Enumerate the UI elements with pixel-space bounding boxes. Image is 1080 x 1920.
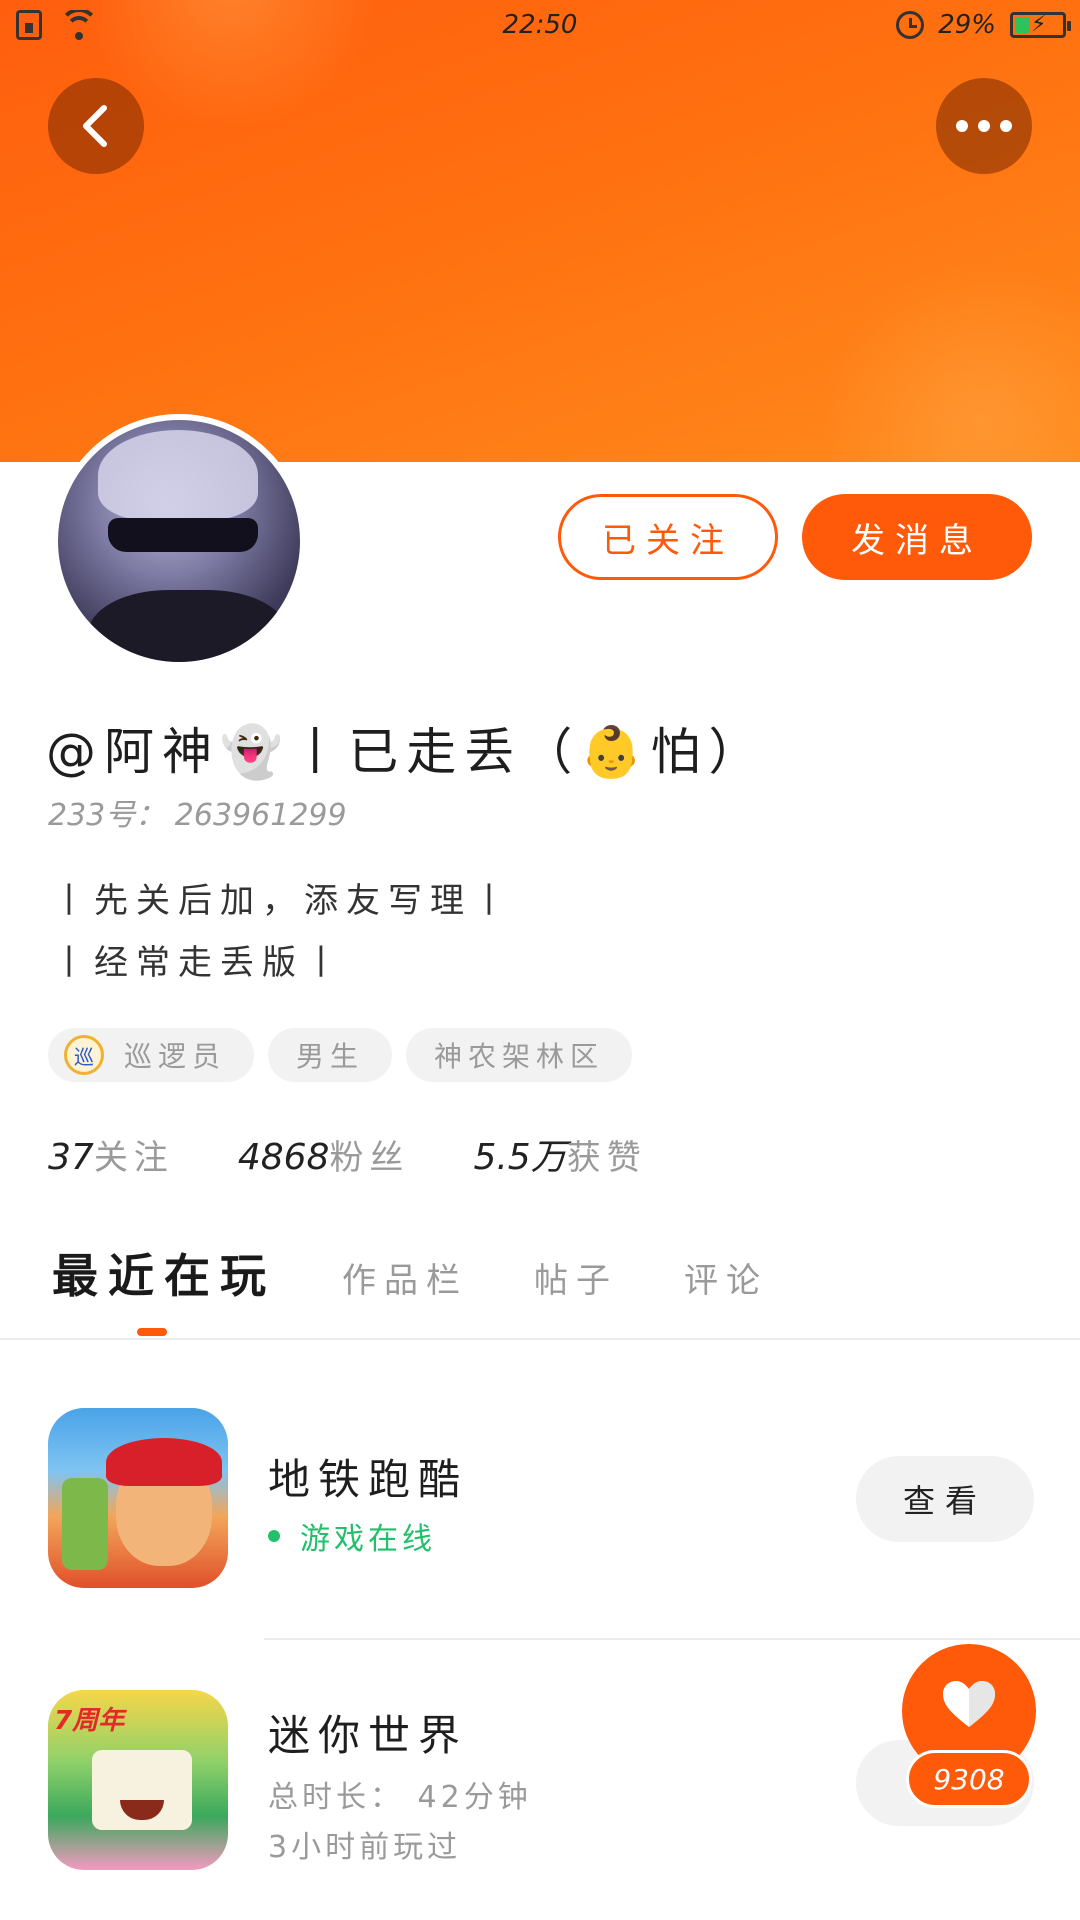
stat-likes: 5.5万获赞 xyxy=(473,1128,646,1180)
stat-label: 获赞 xyxy=(566,1138,647,1178)
online-label: 游戏在线 xyxy=(300,1522,436,1557)
charging-icon: ⚡ xyxy=(1031,12,1047,37)
bio-line: 丨先关后加，添友写理丨 xyxy=(52,881,514,921)
avatar[interactable] xyxy=(52,414,306,668)
active-tab-indicator xyxy=(137,1328,167,1336)
profile-nickname: @阿神👻丨已走丢（👶怕） xyxy=(46,723,767,781)
profile-uid: 233号： 263961299 xyxy=(48,798,347,833)
patroller-badge-icon: 巡 xyxy=(64,1035,104,1075)
more-dot-icon xyxy=(978,120,990,132)
following-button[interactable]: 已关注 xyxy=(558,494,778,580)
divider xyxy=(264,1638,1080,1640)
stat-value: 5.5万 xyxy=(473,1137,567,1178)
status-right: 29% ⚡ xyxy=(896,10,1071,40)
tab-works[interactable]: 作品栏 xyxy=(342,1253,468,1302)
battery-icon: ⚡ xyxy=(1010,12,1071,38)
back-arrow-icon xyxy=(83,105,107,147)
heart-icon xyxy=(943,1681,995,1727)
online-dot-icon xyxy=(268,1530,280,1542)
more-dot-icon xyxy=(956,120,968,132)
profile-header-banner: 22:50 29% ⚡ xyxy=(0,0,1080,462)
stat-label: 关注 xyxy=(93,1138,174,1178)
battery-percent: 29% xyxy=(938,10,996,40)
game-online-status: 游戏在线 xyxy=(268,1514,436,1558)
game-title: 迷你世界 xyxy=(268,1711,469,1760)
tag-label: 巡逻员 xyxy=(124,1040,227,1073)
header-decoration xyxy=(820,260,1080,462)
stat-value: 37 xyxy=(48,1137,94,1178)
alarm-icon xyxy=(896,11,925,39)
stat-followers[interactable]: 4868粉丝 xyxy=(238,1130,410,1179)
tag-gender: 男生 xyxy=(268,1028,393,1082)
profile-bio: 丨先关后加，添友写理丨 丨经常走丢版丨 xyxy=(52,870,514,994)
game-title: 地铁跑酷 xyxy=(268,1455,469,1504)
profile-tabs: 最近在玩 作品栏 帖子 评论 xyxy=(52,1240,768,1306)
tab-recently-played[interactable]: 最近在玩 xyxy=(52,1240,276,1306)
tab-comments[interactable]: 评论 xyxy=(684,1253,768,1302)
stat-value: 4868 xyxy=(237,1137,330,1178)
stat-following[interactable]: 37关注 xyxy=(48,1130,174,1179)
tag-patroller[interactable]: 巡 巡逻员 xyxy=(48,1028,255,1082)
bio-line: 丨经常走丢版丨 xyxy=(52,943,346,983)
send-message-button[interactable]: 发消息 xyxy=(802,494,1032,580)
tab-posts[interactable]: 帖子 xyxy=(534,1253,618,1302)
more-dot-icon xyxy=(1000,120,1012,132)
subway-surfers-icon xyxy=(48,1408,228,1588)
tag-label: 男生 xyxy=(296,1040,365,1073)
like-count: 9308 xyxy=(906,1750,1032,1808)
profile-tags: 巡 巡逻员 男生 神农架林区 xyxy=(48,1028,633,1082)
profile-stats: 37关注 4868粉丝 5.5万获赞 xyxy=(48,1128,647,1180)
back-button[interactable] xyxy=(48,78,144,174)
battery-level xyxy=(1015,17,1030,33)
list-item[interactable]: 地铁跑酷 游戏在线 查看 xyxy=(0,1380,1080,1640)
tag-label: 神农架林区 xyxy=(434,1040,605,1073)
divider xyxy=(0,1338,1080,1340)
tag-location: 神农架林区 xyxy=(406,1028,633,1082)
game-last-played: 3小时前玩过 xyxy=(268,1830,462,1865)
status-bar: 22:50 29% ⚡ xyxy=(0,0,1080,54)
view-button[interactable]: 查看 xyxy=(856,1456,1034,1542)
game-duration: 总时长： 42分钟 xyxy=(268,1780,532,1815)
anniversary-badge: 7周年 xyxy=(54,1706,125,1736)
stat-label: 粉丝 xyxy=(329,1138,410,1178)
mini-world-icon: 7周年 xyxy=(48,1690,228,1870)
more-options-button[interactable] xyxy=(936,78,1032,174)
